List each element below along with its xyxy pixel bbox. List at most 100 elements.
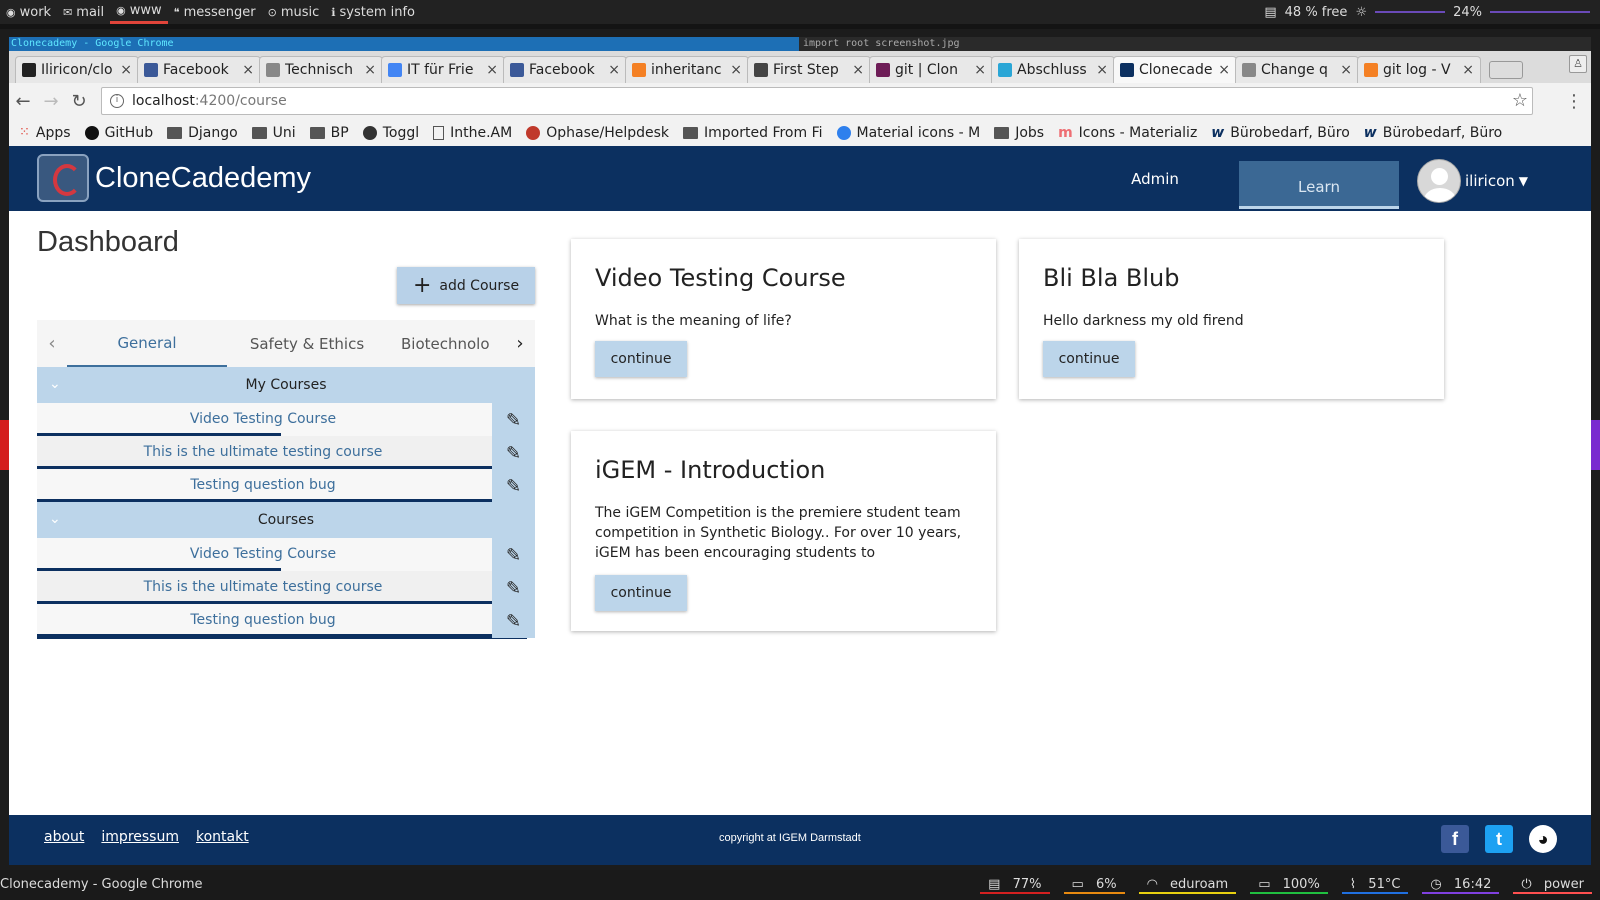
close-icon[interactable]: × xyxy=(1462,62,1474,78)
menu-icon[interactable]: ⋮ xyxy=(1565,91,1583,112)
brightness-slider[interactable] xyxy=(1375,11,1446,13)
tab-general[interactable]: General xyxy=(67,320,227,367)
tab-safety-ethics[interactable]: Safety & Ethics xyxy=(227,320,387,367)
course-link[interactable]: This is the ultimate testing course xyxy=(37,571,489,602)
new-tab-button[interactable] xyxy=(1489,61,1523,79)
browser-tab[interactable]: Technisch × xyxy=(259,56,383,83)
bookmark-item[interactable]: Toggl xyxy=(362,125,419,141)
edit-icon[interactable]: ✎ xyxy=(492,469,535,503)
profile-icon[interactable]: ♙ xyxy=(1569,55,1587,73)
chevron-left-icon[interactable]: ‹ xyxy=(37,333,67,354)
close-icon[interactable]: × xyxy=(486,62,498,78)
workspace-mail[interactable]: ✉ mail xyxy=(57,0,110,24)
continue-button[interactable]: continue xyxy=(1043,341,1135,377)
edit-icon[interactable]: ✎ xyxy=(492,604,535,638)
nav-admin[interactable]: Admin xyxy=(1091,146,1219,211)
workspace-work[interactable]: ◉ work xyxy=(0,0,57,24)
workspace-messenger[interactable]: ❝ messenger xyxy=(168,0,262,24)
bookmark-item[interactable]: Uni xyxy=(251,125,296,141)
category-tabs: ‹ General Safety & Ethics Biotechnolo › xyxy=(37,320,535,367)
close-icon[interactable]: × xyxy=(364,62,376,78)
browser-tab[interactable]: Abschluss × xyxy=(991,56,1115,83)
close-icon[interactable]: × xyxy=(974,62,986,78)
info-icon[interactable]: i xyxy=(110,94,124,108)
close-icon[interactable]: × xyxy=(1218,62,1230,78)
bookmark-item[interactable]: Inthe.AM xyxy=(433,125,512,141)
browser-tab[interactable]: Facebook × xyxy=(137,56,261,83)
browser-tab[interactable]: git | Clon × xyxy=(869,56,993,83)
bookmark-item[interactable]: BP xyxy=(309,125,349,141)
close-icon[interactable]: × xyxy=(120,62,132,78)
edit-icon[interactable]: ✎ xyxy=(492,436,535,470)
browser-tab[interactable]: Iliricon/clo × xyxy=(15,56,139,83)
browser-tab[interactable]: First Step × xyxy=(747,56,871,83)
facebook-icon[interactable]: f xyxy=(1441,825,1469,853)
browser-tab[interactable]: Facebook × xyxy=(503,56,627,83)
forward-icon[interactable]: → xyxy=(37,91,65,112)
close-icon[interactable]: × xyxy=(730,62,742,78)
clock-icon: ◷ xyxy=(1430,877,1442,892)
close-icon[interactable]: × xyxy=(608,62,620,78)
bookmark-item[interactable]: ⁙ Apps xyxy=(19,125,71,141)
bookmark-item[interactable]: w Bürobedarf, Büro xyxy=(1211,125,1349,141)
add-course-button[interactable]: + add Course xyxy=(397,267,535,304)
bookmark-item[interactable]: w Bürobedarf, Büro xyxy=(1364,125,1502,141)
workspace-system-info[interactable]: ℹ system info xyxy=(325,0,421,24)
favicon-icon xyxy=(876,63,890,77)
edit-icon[interactable]: ✎ xyxy=(492,571,535,605)
edit-icon[interactable]: ✎ xyxy=(492,538,535,572)
app-header: CloneCadedemy Admin Learn iliricon ▼ xyxy=(9,146,1591,211)
temperature-icon: ⌇ xyxy=(1349,877,1357,892)
course-link[interactable]: Video Testing Course xyxy=(37,538,489,569)
user-menu[interactable]: iliricon ▼ xyxy=(1417,159,1528,203)
close-icon[interactable]: × xyxy=(852,62,864,78)
browser-tab[interactable]: IT für Frie × xyxy=(381,56,505,83)
course-link[interactable]: This is the ultimate testing course xyxy=(37,436,489,467)
bookmark-item[interactable]: Jobs xyxy=(994,125,1044,141)
card-title: iGEM - Introduction xyxy=(595,456,826,484)
github-icon[interactable]: ◕ xyxy=(1529,825,1557,853)
edit-icon[interactable]: ✎ xyxy=(492,403,535,437)
workspace-music[interactable]: ⊙ music xyxy=(262,0,326,24)
bookmark-item[interactable]: Django xyxy=(167,125,238,141)
bookmark-item[interactable]: Material icons - M xyxy=(836,125,980,141)
course-link[interactable]: Testing question bug xyxy=(37,469,489,500)
group-header[interactable]: ⌄ Courses xyxy=(37,502,535,538)
bookmark-item[interactable]: Ophase/Helpdesk xyxy=(526,125,669,141)
close-icon[interactable]: × xyxy=(242,62,254,78)
window-title-active[interactable]: Clonecademy - Google Chrome xyxy=(9,37,799,51)
back-icon[interactable]: ← xyxy=(9,91,37,112)
address-bar[interactable]: i localhost:4200/course ☆ xyxy=(101,87,1533,115)
status-value: eduroam xyxy=(1170,877,1229,892)
bookmark-item[interactable]: m Icons - Materializ xyxy=(1058,125,1197,141)
footer-link-about[interactable]: about xyxy=(44,829,84,845)
nav-learn[interactable]: Learn xyxy=(1239,161,1399,209)
group-header[interactable]: ⌄ My Courses xyxy=(37,367,535,403)
circle-icon xyxy=(836,125,851,140)
window-title-other[interactable]: import root screenshot.jpg xyxy=(803,37,960,51)
close-icon[interactable]: × xyxy=(1340,62,1352,78)
browser-tab[interactable]: inheritanc × xyxy=(625,56,749,83)
tab-biotechnology[interactable]: Biotechnolo xyxy=(387,320,505,367)
workspace-www[interactable]: ◉ www xyxy=(110,0,168,24)
course-link[interactable]: Testing question bug xyxy=(37,604,489,635)
browser-tab[interactable]: Change q × xyxy=(1235,56,1359,83)
browser-tab[interactable]: git log - V × xyxy=(1357,56,1481,83)
browser-tab[interactable]: Clonecade × xyxy=(1113,56,1237,83)
copyright: copyright at IGEM Darmstadt xyxy=(719,832,861,844)
course-link[interactable]: Video Testing Course xyxy=(37,403,489,434)
twitter-icon[interactable]: t xyxy=(1485,825,1513,853)
volume-slider[interactable] xyxy=(1490,11,1590,13)
bookmark-item[interactable]: GitHub xyxy=(84,125,153,141)
chevron-right-icon[interactable]: › xyxy=(505,333,535,354)
close-icon[interactable]: × xyxy=(1096,62,1108,78)
reload-icon[interactable]: ↻ xyxy=(65,91,93,112)
footer-link-kontakt[interactable]: kontakt xyxy=(196,829,249,845)
continue-button[interactable]: continue xyxy=(595,341,687,377)
brand-logo[interactable]: CloneCadedemy xyxy=(37,154,311,202)
bookmark-star-icon[interactable]: ☆ xyxy=(1512,90,1528,111)
materialize-icon: m xyxy=(1058,124,1073,141)
continue-button[interactable]: continue xyxy=(595,575,687,611)
footer-link-impressum[interactable]: impressum xyxy=(101,829,179,845)
bookmark-item[interactable]: Imported From Fi xyxy=(683,125,823,141)
